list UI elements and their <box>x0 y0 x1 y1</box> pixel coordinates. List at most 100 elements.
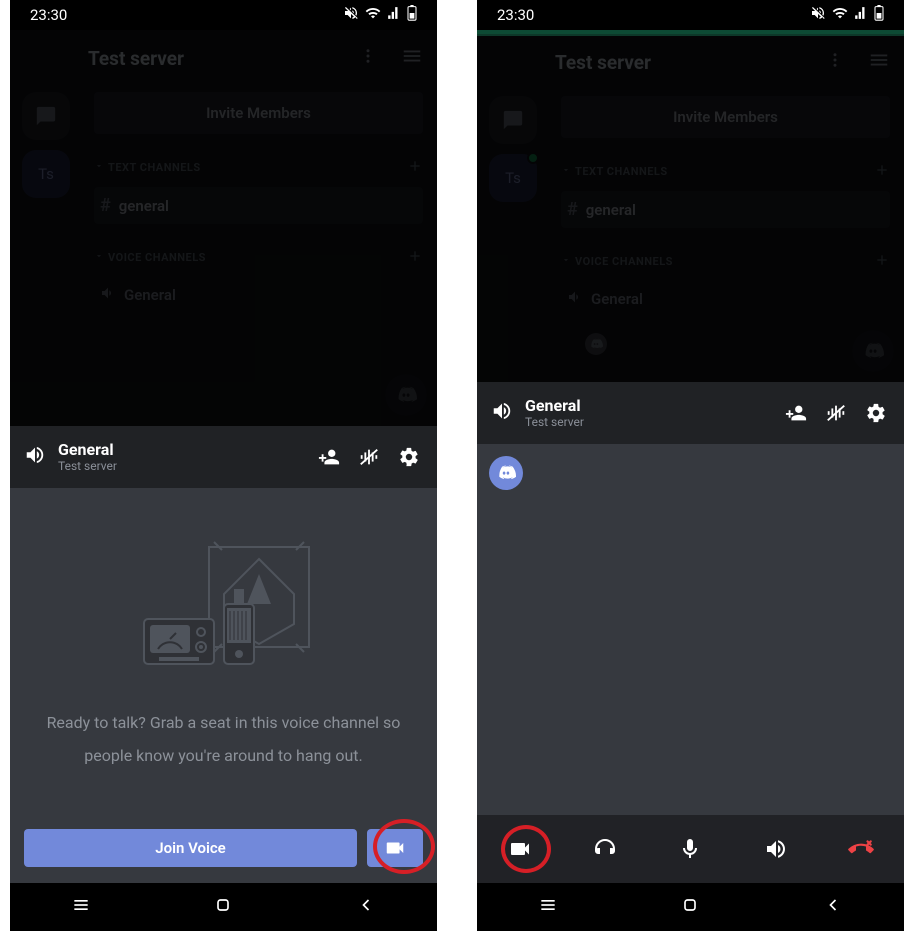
speaker-icon <box>567 289 583 309</box>
settings-icon[interactable] <box>395 446 423 468</box>
prompt-text-2: people know you're around to hang out. <box>84 746 363 765</box>
add-voice-channel-icon[interactable] <box>874 252 890 271</box>
status-time: 23:30 <box>497 6 534 24</box>
text-channels-header[interactable]: TEXT CHANNELS <box>94 158 423 177</box>
status-bar: 23:30 <box>477 0 904 30</box>
speaker-icon <box>100 285 116 305</box>
server-rail: Ts <box>477 90 547 202</box>
add-voice-channel-icon[interactable] <box>407 248 423 267</box>
deafen-button[interactable] <box>585 829 625 869</box>
wifi-icon <box>365 5 381 25</box>
online-indicator-icon <box>527 152 539 164</box>
more-icon[interactable] <box>826 51 844 73</box>
battery-icon <box>407 5 417 25</box>
voice-channel-name: General <box>58 440 303 459</box>
noise-suppress-icon[interactable] <box>355 446 383 468</box>
app-body: Test server Ts Invite Members <box>10 30 437 426</box>
voice-panel-joined <box>477 444 904 816</box>
hash-icon: # <box>567 199 578 220</box>
voice-section-label: VOICE CHANNELS <box>575 255 673 268</box>
discord-fab[interactable] <box>385 374 427 416</box>
settings-icon[interactable] <box>862 402 890 424</box>
add-text-channel-icon[interactable] <box>407 158 423 177</box>
voice-channel-general[interactable]: General <box>94 277 423 313</box>
mute-button[interactable] <box>670 829 710 869</box>
signal-icon <box>387 6 401 24</box>
nav-back-icon[interactable] <box>356 895 376 919</box>
nav-home-icon[interactable] <box>680 895 700 919</box>
text-channels-header[interactable]: TEXT CHANNELS <box>561 162 890 181</box>
call-controls <box>477 815 904 883</box>
voice-channel-label: General <box>124 286 176 304</box>
voice-section-label: VOICE CHANNELS <box>108 251 206 264</box>
voice-server-name: Test server <box>525 415 770 429</box>
voice-channel-general[interactable]: General <box>561 281 890 317</box>
wifi-icon <box>832 5 848 25</box>
speaker-output-icon[interactable] <box>491 400 513 426</box>
android-navbar <box>477 883 904 931</box>
server-rail: Ts <box>10 86 80 198</box>
dm-button[interactable] <box>22 92 70 140</box>
discord-fab[interactable] <box>852 330 894 372</box>
voice-info-bar: General Test server <box>10 426 437 488</box>
speaker-output-icon[interactable] <box>24 444 46 470</box>
nav-home-icon[interactable] <box>213 895 233 919</box>
video-call-button[interactable] <box>367 829 423 867</box>
status-icons <box>810 5 884 25</box>
voice-member[interactable] <box>561 333 890 355</box>
phone-right: 23:30 Test server <box>477 0 904 931</box>
dm-button[interactable] <box>489 96 537 144</box>
video-toggle-button[interactable] <box>500 829 540 869</box>
text-channel-label: general <box>119 197 169 215</box>
text-channel-label: general <box>586 201 636 219</box>
prompt-text-1: Ready to talk? Grab a seat in this voice… <box>47 713 401 732</box>
noise-suppress-icon[interactable] <box>822 402 850 424</box>
add-text-channel-icon[interactable] <box>874 162 890 181</box>
nav-back-icon[interactable] <box>823 895 843 919</box>
app-body: Test server Ts Invite Members TEXT <box>477 34 904 382</box>
disconnect-button[interactable] <box>841 829 881 869</box>
voice-info-bar: General Test server <box>477 382 904 444</box>
voice-channel-name: General <box>525 396 770 415</box>
server-header: Test server <box>10 30 437 86</box>
mute-icon <box>343 5 359 25</box>
server-title: Test server <box>88 47 345 70</box>
channel-list: Invite Members TEXT CHANNELS # general <box>80 86 437 313</box>
voice-channels-header[interactable]: VOICE CHANNELS <box>94 248 423 267</box>
voice-panel-prejoin: Ready to talk? Grab a seat in this voice… <box>10 488 437 884</box>
invite-members-button[interactable]: Invite Members <box>561 96 890 138</box>
server-header: Test server <box>477 34 904 90</box>
server-badge-label: Ts <box>38 165 54 183</box>
voice-channels-header[interactable]: VOICE CHANNELS <box>561 252 890 271</box>
voice-channel-label: General <box>591 290 643 308</box>
member-avatar <box>585 333 607 355</box>
add-user-icon[interactable] <box>782 402 810 424</box>
text-channel-general[interactable]: # general <box>561 191 890 228</box>
server-icon[interactable]: Ts <box>489 154 537 202</box>
join-voice-button[interactable]: Join Voice <box>24 829 357 867</box>
status-bar: 23:30 <box>10 0 437 30</box>
status-time: 23:30 <box>30 6 67 24</box>
chevron-down-icon <box>94 161 104 174</box>
chevron-down-icon <box>561 165 571 178</box>
voice-server-name: Test server <box>58 459 303 473</box>
mute-icon <box>810 5 826 25</box>
speaker-toggle-button[interactable] <box>756 829 796 869</box>
chevron-down-icon <box>561 255 571 268</box>
android-navbar <box>10 883 437 931</box>
hamburger-icon[interactable] <box>868 49 890 75</box>
empty-state-illustration <box>114 539 334 699</box>
hamburger-icon[interactable] <box>401 45 423 71</box>
add-user-icon[interactable] <box>315 446 343 468</box>
nav-recents-icon[interactable] <box>538 895 558 919</box>
signal-icon <box>854 6 868 24</box>
invite-members-button[interactable]: Invite Members <box>94 92 423 134</box>
server-title: Test server <box>555 51 812 74</box>
server-icon[interactable]: Ts <box>22 150 70 198</box>
text-section-label: TEXT CHANNELS <box>575 165 668 178</box>
more-icon[interactable] <box>359 47 377 69</box>
nav-recents-icon[interactable] <box>71 895 91 919</box>
participant-avatar[interactable] <box>489 456 523 490</box>
text-channel-general[interactable]: # general <box>94 187 423 224</box>
text-section-label: TEXT CHANNELS <box>108 161 201 174</box>
